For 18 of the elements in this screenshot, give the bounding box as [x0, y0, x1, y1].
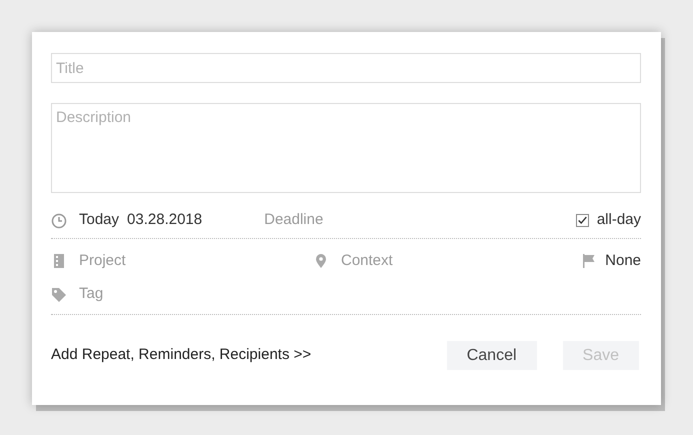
building-icon — [51, 253, 67, 269]
location-pin-icon — [313, 253, 329, 269]
date-day[interactable]: Today — [79, 209, 120, 232]
cancel-button[interactable]: Cancel — [446, 341, 537, 370]
all-day-label: all-day — [596, 210, 641, 230]
tag-field[interactable]: Tag — [79, 283, 279, 306]
project-field[interactable]: Project — [79, 250, 199, 272]
priority-value[interactable]: None — [605, 250, 641, 272]
clock-icon — [51, 212, 67, 228]
tag-icon — [51, 286, 67, 302]
title-field[interactable]: Title — [51, 53, 641, 83]
description-field[interactable]: Description — [51, 103, 641, 193]
date-value[interactable]: 03.28.2018 — [127, 209, 202, 232]
all-day-checkbox[interactable] — [576, 214, 589, 227]
context-field[interactable]: Context — [341, 250, 461, 272]
flag-icon — [581, 253, 598, 269]
deadline-field[interactable]: Deadline — [264, 209, 384, 232]
more-options-link[interactable]: Add Repeat, Reminders, Recipients >> — [51, 344, 312, 367]
